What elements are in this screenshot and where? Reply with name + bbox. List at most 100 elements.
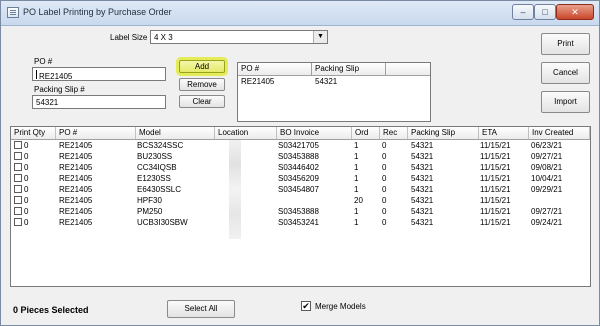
col-header-bo-invoice[interactable]: BO Invoice	[277, 127, 352, 139]
remove-button[interactable]: Remove	[179, 78, 225, 91]
cell-eta[interactable]: 11/15/21	[480, 217, 511, 228]
cell-ord[interactable]: 1	[354, 162, 358, 173]
cell-packing-slip[interactable]: 54321	[411, 184, 433, 195]
cell-ord[interactable]: 1	[354, 151, 358, 162]
print-row-checkbox[interactable]	[14, 174, 22, 182]
po-list-cell-po[interactable]: RE21405	[238, 76, 274, 87]
cell-eta[interactable]: 11/15/21	[480, 151, 511, 162]
cell-model[interactable]: BCS324SSC	[137, 140, 183, 151]
cell-bo-invoice[interactable]: S03453888	[278, 206, 319, 217]
cell-inv-created[interactable]: 06/23/21	[531, 140, 562, 151]
cell-eta[interactable]: 11/15/21	[480, 173, 511, 184]
cell-eta[interactable]: 11/15/21	[480, 195, 511, 206]
po-input[interactable]: RE21405	[32, 67, 166, 81]
cell-print-qty[interactable]: 0	[24, 162, 28, 173]
table-row[interactable]: 0 RE21405 BCS324SSC S03421705 1 0 54321 11/15/2…	[11, 140, 590, 151]
select-all-button[interactable]: Select All	[167, 300, 235, 318]
cell-model[interactable]: BU230SS	[137, 151, 172, 162]
col-header-po[interactable]: PO #	[56, 127, 136, 139]
cell-packing-slip[interactable]: 54321	[411, 162, 433, 173]
cell-rec[interactable]: 0	[382, 184, 386, 195]
print-row-checkbox[interactable]	[14, 141, 22, 149]
cell-po[interactable]: RE21405	[59, 162, 92, 173]
cell-print-qty[interactable]: 0	[24, 195, 28, 206]
cell-rec[interactable]: 0	[382, 173, 386, 184]
cell-packing-slip[interactable]: 54321	[411, 140, 433, 151]
col-header-print-qty[interactable]: Print Qty	[11, 127, 56, 139]
po-list-header-packing-slip[interactable]: Packing Slip	[312, 63, 386, 75]
clear-button[interactable]: Clear	[179, 95, 225, 108]
col-header-inv-created[interactable]: Inv Created	[529, 127, 590, 139]
table-row[interactable]: 0 RE21405 BU230SS S03453888 1 0 54321 11/15/21 0…	[11, 151, 590, 162]
cell-model[interactable]: E1230SS	[137, 173, 171, 184]
cell-ord[interactable]: 1	[354, 184, 358, 195]
cell-rec[interactable]: 0	[382, 195, 386, 206]
packing-slip-input[interactable]: 54321	[32, 95, 166, 109]
col-header-location[interactable]: Location	[215, 127, 277, 139]
cell-packing-slip[interactable]: 54321	[411, 217, 433, 228]
cell-bo-invoice[interactable]: S03446402	[278, 162, 319, 173]
label-size-dropdown[interactable]: 4 X 3 ▼	[150, 30, 328, 44]
cell-po[interactable]: RE21405	[59, 217, 92, 228]
cell-ord[interactable]: 1	[354, 217, 358, 228]
cell-eta[interactable]: 11/15/21	[480, 184, 511, 195]
po-list-header-po[interactable]: PO #	[238, 63, 312, 75]
print-row-checkbox[interactable]	[14, 185, 22, 193]
cell-rec[interactable]: 0	[382, 162, 386, 173]
print-row-checkbox[interactable]	[14, 163, 22, 171]
col-header-eta[interactable]: ETA	[479, 127, 529, 139]
print-button[interactable]: Print	[541, 33, 590, 55]
cell-ord[interactable]: 20	[354, 195, 363, 206]
cell-model[interactable]: PM250	[137, 206, 162, 217]
print-row-checkbox[interactable]	[14, 196, 22, 204]
cell-bo-invoice[interactable]: S03453888	[278, 151, 319, 162]
cell-print-qty[interactable]: 0	[24, 217, 28, 228]
po-packing-slip-list[interactable]: PO # Packing Slip RE21405 54321	[237, 62, 431, 122]
cell-eta[interactable]: 11/15/21	[480, 140, 511, 151]
po-list-cell-packing-slip[interactable]: 54321	[312, 76, 337, 87]
cell-inv-created[interactable]: 09/27/21	[531, 206, 562, 217]
cell-print-qty[interactable]: 0	[24, 206, 28, 217]
cell-inv-created[interactable]: 09/29/21	[531, 184, 562, 195]
chevron-down-icon[interactable]: ▼	[313, 31, 327, 43]
cell-eta[interactable]: 11/15/21	[480, 206, 511, 217]
cell-rec[interactable]: 0	[382, 217, 386, 228]
merge-models-checkbox[interactable]: ✔	[301, 301, 311, 311]
cell-ord[interactable]: 1	[354, 206, 358, 217]
col-header-packing-slip[interactable]: Packing Slip	[408, 127, 479, 139]
col-header-model[interactable]: Model	[136, 127, 215, 139]
cell-bo-invoice[interactable]: S03453241	[278, 217, 319, 228]
cell-po[interactable]: RE21405	[59, 195, 92, 206]
cell-po[interactable]: RE21405	[59, 151, 92, 162]
add-button[interactable]: Add	[179, 60, 225, 73]
cell-po[interactable]: RE21405	[59, 140, 92, 151]
cell-inv-created[interactable]: 09/08/21	[531, 162, 562, 173]
cell-rec[interactable]: 0	[382, 206, 386, 217]
import-button[interactable]: Import	[541, 91, 590, 113]
table-row[interactable]: 0 RE21405 HPF30 20 0 54321 11/15/21	[11, 195, 590, 206]
table-row[interactable]: 0 RE21405 PM250 S03453888 1 0 54321 11/15/21 09/…	[11, 206, 590, 217]
cell-print-qty[interactable]: 0	[24, 173, 28, 184]
po-items-grid[interactable]: Print Qty PO # Model Location BO Invoice…	[10, 126, 591, 287]
cell-po[interactable]: RE21405	[59, 184, 92, 195]
cell-po[interactable]: RE21405	[59, 173, 92, 184]
cell-eta[interactable]: 11/15/21	[480, 162, 511, 173]
minimize-button[interactable]: –	[512, 4, 534, 20]
cell-ord[interactable]: 1	[354, 140, 358, 151]
cell-inv-created[interactable]: 10/04/21	[531, 173, 562, 184]
cell-rec[interactable]: 0	[382, 140, 386, 151]
cell-packing-slip[interactable]: 54321	[411, 206, 433, 217]
cell-model[interactable]: E6430SSLC	[137, 184, 181, 195]
cell-po[interactable]: RE21405	[59, 206, 92, 217]
col-header-rec[interactable]: Rec	[380, 127, 408, 139]
cell-inv-created[interactable]: 09/27/21	[531, 151, 562, 162]
maximize-button[interactable]: □	[534, 4, 556, 20]
table-row[interactable]: 0 RE21405 UCB3I30SBW S03453241 1 0 54321 11/15/…	[11, 217, 590, 228]
cell-bo-invoice[interactable]: S03454807	[278, 184, 319, 195]
cell-bo-invoice[interactable]: S03421705	[278, 140, 319, 151]
cell-packing-slip[interactable]: 54321	[411, 195, 433, 206]
cell-ord[interactable]: 1	[354, 173, 358, 184]
cell-print-qty[interactable]: 0	[24, 140, 28, 151]
cell-model[interactable]: CC34IQSB	[137, 162, 177, 173]
cell-model[interactable]: HPF30	[137, 195, 162, 206]
